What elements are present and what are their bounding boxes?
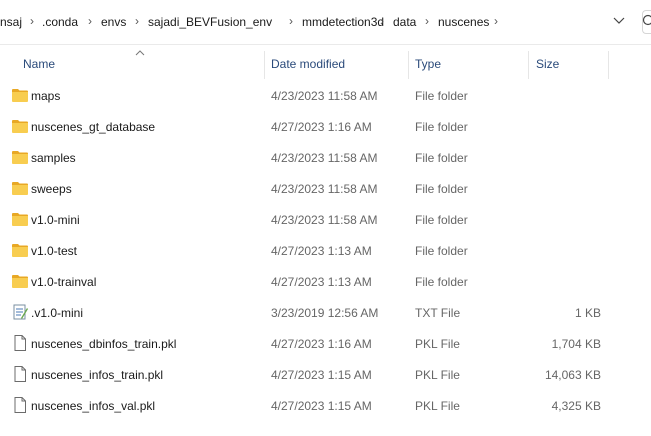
column-divider[interactable] [608,51,609,79]
folder-icon [11,211,29,227]
chevron-right-icon[interactable]: › [425,14,429,28]
file-name: nuscenes_infos_train.pkl [31,368,164,382]
column-divider[interactable] [264,51,265,79]
address-bar[interactable]: nsaj › .conda › envs › sajadi_BEVFusion_… [0,0,651,44]
file-name: samples [31,151,76,165]
file-name: nuscenes_dbinfos_train.pkl [31,337,177,351]
file-date-modified: 4/27/2023 1:15 AM [271,399,372,413]
list-item[interactable]: v1.0-trainval 4/27/2023 1:13 AM File folde… [0,266,651,297]
column-size[interactable]: Size [536,57,559,71]
chevron-right-icon[interactable]: › [494,14,498,28]
list-item[interactable]: nuscenes_dbinfos_train.pkl 4/27/2023 1:16… [0,328,651,359]
text-file-icon [11,304,29,320]
list-item[interactable]: nuscenes_infos_train.pkl 4/27/2023 1:15 A… [0,359,651,390]
file-date-modified: 4/27/2023 1:16 AM [271,120,372,134]
file-icon [11,335,29,351]
folder-icon [11,87,29,103]
chevron-right-icon[interactable]: › [289,14,293,28]
file-date-modified: 4/27/2023 1:13 AM [271,244,372,258]
file-type: PKL File [415,399,460,413]
file-name: v1.0-test [31,244,78,258]
breadcrumb-item[interactable]: .conda [42,15,78,29]
file-name: v1.0-mini [31,213,80,227]
file-size: 1 KB [574,306,601,320]
file-size: 1,704 KB [551,337,601,351]
chevron-right-icon[interactable]: › [88,14,92,28]
column-header: Name Date modified Type Size [0,45,651,81]
breadcrumb-item[interactable]: mmdetection3d [302,15,384,29]
file-name: .v1.0-mini [31,306,84,320]
file-type: File folder [415,120,468,134]
chevron-right-icon[interactable]: › [135,14,139,28]
list-item[interactable]: v1.0-test 4/27/2023 1:13 AM File folder [0,235,651,266]
list-item[interactable]: v1.0-mini 4/23/2023 11:58 AM File folder [0,204,651,235]
file-name: sweeps [31,182,72,196]
breadcrumb-item-current[interactable]: nuscenes [438,15,489,29]
column-divider[interactable] [408,51,409,79]
folder-icon [11,242,29,258]
file-date-modified: 4/23/2023 11:58 AM [271,151,378,165]
chevron-right-icon[interactable]: › [380,14,384,28]
file-date-modified: 4/23/2023 11:58 AM [271,213,378,227]
file-date-modified: 4/23/2023 11:58 AM [271,182,378,196]
file-size: 4,325 KB [551,399,601,413]
breadcrumb-item[interactable]: data [393,15,416,29]
breadcrumb-item[interactable]: nsaj [0,15,22,29]
file-date-modified: 3/23/2019 12:56 AM [271,306,379,320]
file-type: File folder [415,182,468,196]
file-type: PKL File [415,337,460,351]
list-item[interactable]: .v1.0-mini 3/23/2019 12:56 AM TXT File 1 KB [0,297,651,328]
file-icon [11,366,29,382]
file-date-modified: 4/27/2023 1:15 AM [271,368,372,382]
breadcrumb-item[interactable]: envs [101,15,126,29]
file-name: maps [31,89,61,103]
file-name: nuscenes_gt_database [31,120,156,134]
column-date-modified[interactable]: Date modified [271,57,345,71]
file-date-modified: 4/27/2023 1:13 AM [271,275,372,289]
sort-ascending-icon [135,50,145,56]
column-type[interactable]: Type [415,57,441,71]
list-item[interactable]: sweeps 4/23/2023 11:58 AM File folder [0,173,651,204]
file-name: v1.0-trainval [31,275,97,289]
breadcrumb-item[interactable]: sajadi_BEVFusion_env [148,15,272,29]
file-type: File folder [415,89,468,103]
file-icon [11,397,29,413]
search-icon[interactable] [640,14,651,28]
column-divider[interactable] [528,51,529,79]
file-type: File folder [415,213,468,227]
list-item[interactable]: samples 4/23/2023 11:58 AM File folder [0,142,651,173]
file-size: 14,063 KB [544,368,601,382]
file-type: File folder [415,275,468,289]
folder-icon [11,149,29,165]
folder-icon [11,180,29,196]
list-item[interactable]: nuscenes_infos_val.pkl 4/27/2023 1:15 AM P… [0,390,651,421]
file-name: nuscenes_infos_val.pkl [31,399,156,413]
file-date-modified: 4/23/2023 11:58 AM [271,89,378,103]
column-name[interactable]: Name [23,57,55,71]
file-type: File folder [415,244,468,258]
file-type: TXT File [415,306,461,320]
file-type: File folder [415,151,468,165]
file-date-modified: 4/27/2023 1:16 AM [271,337,372,351]
list-item[interactable]: maps 4/23/2023 11:58 AM File folder [0,80,651,111]
folder-icon [11,273,29,289]
chevron-down-icon[interactable] [612,13,626,27]
folder-icon [11,118,29,134]
list-item[interactable]: nuscenes_gt_database 4/27/2023 1:16 AM Fil… [0,111,651,142]
file-type: PKL File [415,368,460,382]
chevron-right-icon[interactable]: › [30,14,34,28]
